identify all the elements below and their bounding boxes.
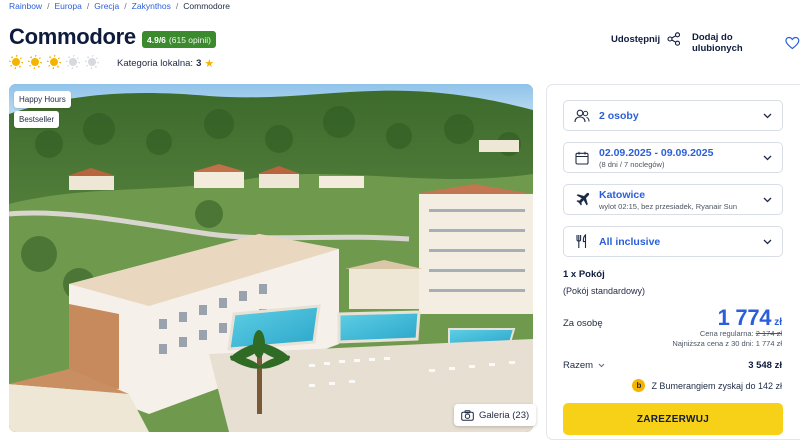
users-icon [574,108,590,124]
sun-icon-empty [66,55,80,69]
rating-count: (615 opinii) [168,34,211,45]
per-person-label: Za osobę [563,318,603,329]
bumerang-text: Z Bumerangiem zyskaj do 142 zł [651,380,782,391]
hotel-photo[interactable] [9,84,533,432]
reserve-button[interactable]: ZAREZERWUJ [563,403,783,435]
sun-icon [9,55,23,69]
hotel-name: Commodore [9,24,136,49]
cutlery-icon [574,234,590,250]
bumerang-logo-icon: b [632,379,646,392]
persons-value: 2 osoby [599,109,639,122]
price-amount: 1 774 [717,305,772,330]
local-category: Kategoria lokalna: 3 ★ [117,57,214,70]
board-value: All inclusive [599,235,661,248]
local-category-value: 3 [196,58,202,69]
breadcrumb: Rainbow / Europa / Grecja / Zakynthos / … [9,0,230,12]
gallery-button[interactable]: Galeria (23) [454,404,537,426]
breadcrumb-current: Commodore [183,1,231,11]
chevron-down-icon [763,197,772,202]
hotel-photo-illustration [9,84,533,432]
dates-select[interactable]: 02.09.2025 - 09.09.2025 (8 dni / 7 nocle… [563,142,783,173]
rating-score: 4.9/6 [147,34,166,45]
share-icon [667,32,681,46]
tag-happy-hours: Happy Hours [14,91,71,108]
departure-select[interactable]: Katowice wylot 02:15, bez przesiadek, Ry… [563,184,783,215]
star-icon: ★ [204,58,215,70]
breadcrumb-separator: / [124,1,127,11]
dates-duration: (8 dni / 7 noclegów) [599,159,665,169]
board-select[interactable]: All inclusive [563,226,783,257]
gallery-label: Galeria (23) [479,409,530,421]
regular-price-label: Cena regularna: [699,329,754,338]
bumerang-info: b Z Bumerangiem zyskaj do 142 zł [632,379,782,392]
breadcrumb-separator: / [86,1,90,11]
share-label: Udostępnij [611,33,661,45]
sun-icon [28,55,42,69]
sun-rating [9,55,99,69]
room-type: (Pokój standardowy) [563,286,646,296]
dates-value: 02.09.2025 - 09.09.2025 [599,146,714,159]
price-per-person: 1 774 zł [718,305,782,331]
breadcrumb-link-zakynthos[interactable]: Zakynthos [132,1,171,11]
persons-select[interactable]: 2 osoby [563,100,783,131]
regular-price-value: 2 174 zł [755,329,782,338]
favorites-label: Dodaj do ulubionych [692,32,743,54]
sun-icon-empty [85,55,99,69]
price-currency: zł [774,317,782,328]
total-value: 3 548 zł [748,360,782,371]
room-title: 1 x Pokój [563,269,605,280]
lowest-price-30-days: Najniższa cena z 30 dni: 1 774 zł [672,339,782,348]
add-to-favorites-button[interactable]: Dodaj do ulubionych [692,32,800,54]
breadcrumb-link-rainbow[interactable]: Rainbow [9,1,42,11]
camera-icon [461,409,474,421]
breadcrumb-separator: / [175,1,179,11]
chevron-down-icon [763,239,772,244]
tag-bestseller: Bestseller [14,111,60,128]
plane-icon [574,192,590,208]
heart-icon [785,36,800,50]
chevron-down-icon [598,363,605,368]
total-toggle[interactable]: Razem [563,360,605,371]
chevron-down-icon [763,155,772,160]
breadcrumb-link-grecja[interactable]: Grecja [94,1,119,11]
regular-price: Cena regularna: 2 174 zł [700,329,782,338]
local-category-label: Kategoria lokalna: [117,58,194,69]
sun-icon [47,55,61,69]
chevron-down-icon [763,113,772,118]
departure-city: Katowice [599,188,646,201]
calendar-icon [574,150,590,166]
share-button[interactable]: Udostępnij [611,32,681,46]
departure-details: wylot 02:15, bez przesiadek, Ryanair Sun [599,201,737,211]
booking-panel: 2 osoby 02.09.2025 - 09.09.2025 (8 dni /… [546,84,800,440]
total-label: Razem [563,360,594,371]
breadcrumb-link-europa[interactable]: Europa [54,1,81,11]
breadcrumb-separator: / [47,1,50,11]
rating-badge[interactable]: 4.9/6 (615 opinii) [142,31,216,48]
